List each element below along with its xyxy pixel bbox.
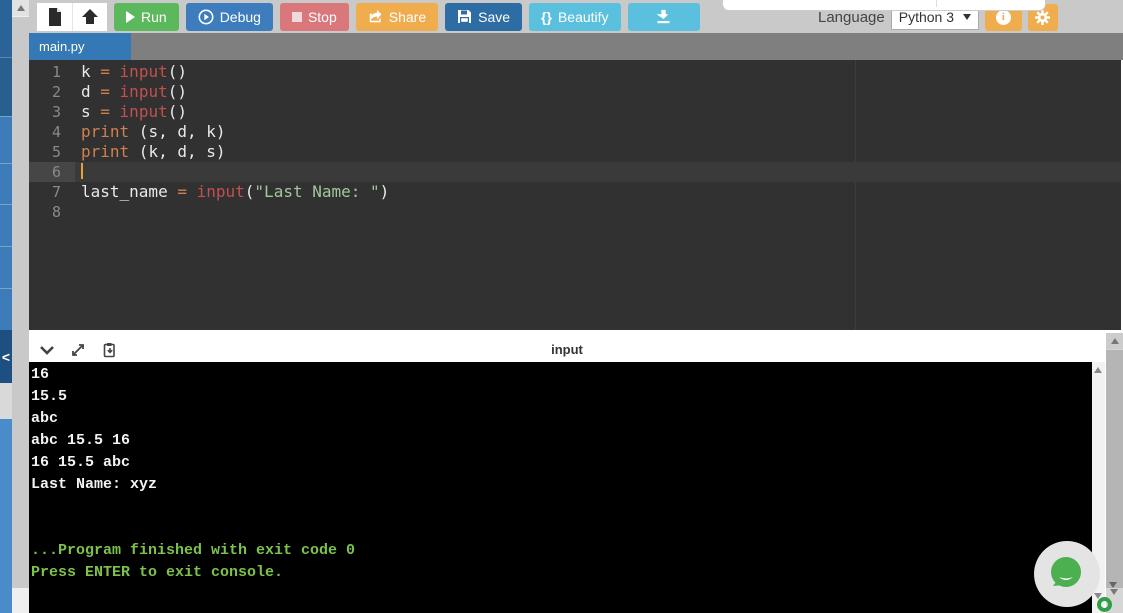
stop-square-icon [291,11,302,22]
share-icon [369,10,382,23]
file-button-group [37,2,107,31]
language-selected-value: Python 3 [898,9,955,25]
beautify-button[interactable]: {} Beautify [529,2,621,31]
code-line[interactable]: print (s, d, k) [75,122,1121,142]
panel-block [0,288,12,330]
debug-play-circle-icon [198,9,214,24]
popup-divider [936,0,937,7]
panel-block [0,163,12,204]
run-button[interactable]: Run [114,2,179,31]
tab-main-py[interactable]: main.py [29,33,131,60]
play-icon [126,10,135,23]
language-label: Language [818,8,885,26]
left-scrollbar[interactable] [12,0,29,613]
code-line[interactable] [75,202,1121,222]
panel-block [0,204,12,246]
gutter-line-number[interactable]: 1 [29,62,75,82]
console-line: abc [31,410,59,427]
console-line: Last Name: xyz [31,476,158,493]
gutter-line-number[interactable]: 6 [29,162,75,182]
console-line: 16 15.5 abc [31,454,131,471]
editor-gutter[interactable]: 12345678 [29,62,75,222]
tab-filename: main.py [39,39,85,54]
code-line[interactable]: last_name = input("Last Name: ") [75,182,1121,202]
gear-icon [1035,9,1051,25]
scrollbar-thumb[interactable] [12,17,29,588]
gutter-line-number[interactable]: 4 [29,122,75,142]
scroll-up-button[interactable] [12,0,29,16]
gutter-line-number[interactable]: 5 [29,142,75,162]
console-line: ...Program finished with exit code 0 [31,542,356,559]
tab-bar: main.py [29,33,1123,60]
stop-button[interactable]: Stop [279,2,349,31]
panel-block [0,116,12,163]
console-line: 15.5 [31,388,68,405]
share-label: Share [388,8,427,25]
run-label: Run [141,8,167,25]
arrow-up-icon [16,5,25,11]
save-floppy-icon [458,10,472,23]
download-icon [656,9,670,24]
console-title: input [551,342,583,357]
panel-block [0,383,12,419]
debug-label: Debug [219,8,261,25]
upload-icon [82,8,98,24]
console-header: input [29,337,1105,362]
page-scrollbar[interactable] [1106,333,1123,613]
arrow-up-icon [1110,338,1119,344]
corner-status-icon[interactable] [1097,597,1112,612]
left-edge-panel: < [0,0,12,613]
file-icon [48,7,61,26]
console-output[interactable]: 16 15.5 abc abc 15.5 16 16 15.5 abc Last Name… [29,362,1092,613]
code-lines[interactable]: k = input() d = input() s = input() print (… [75,62,1121,222]
gutter-line-number[interactable]: 8 [29,202,75,222]
panel-block [0,0,12,57]
gutter-line-number[interactable]: 3 [29,102,75,122]
code-line[interactable] [75,162,1121,182]
console-line: abc 15.5 16 [31,432,131,449]
text-cursor [81,163,83,179]
chevron-down-icon [962,14,971,20]
beautify-label: Beautify [557,8,609,25]
chat-widget-button[interactable] [1034,541,1100,607]
save-button[interactable]: Save [445,2,523,31]
code-editor[interactable]: 12345678 k = input() d = input() s = input… [29,60,1121,330]
debug-button[interactable]: Debug [185,2,273,31]
collapse-panel-button[interactable]: < [0,330,12,383]
panel-block [0,419,12,613]
scrollbar-thumb[interactable] [1106,350,1123,588]
download-button[interactable] [627,2,700,31]
collapse-chevron-icon: < [1,348,11,365]
save-label: Save [478,8,511,25]
notification-popup [722,0,1046,11]
code-line[interactable]: s = input() [75,102,1121,122]
panel-block [0,246,12,288]
open-upload-button[interactable] [72,2,107,31]
console-line: Press ENTER to exit console. [31,564,284,581]
info-icon: i [995,9,1011,25]
new-file-button[interactable] [37,2,72,31]
ide-page: < Run Debug Stop Share Save {} Beautify … [0,0,1123,613]
scroll-up-button[interactable] [1106,333,1123,349]
gutter-line-number[interactable]: 7 [29,182,75,202]
braces-icon: {} [541,8,552,25]
code-line[interactable]: k = input() [75,62,1121,82]
panel-block [0,57,12,116]
console-line: 16 [31,366,50,383]
chat-bubble-icon [1051,557,1081,587]
arrow-up-icon [1094,367,1102,373]
stop-label: Stop [307,8,337,25]
code-line[interactable]: print (k, d, s) [75,142,1121,162]
code-line[interactable]: d = input() [75,82,1121,102]
share-button[interactable]: Share [355,2,439,31]
gutter-line-number[interactable]: 2 [29,82,75,102]
